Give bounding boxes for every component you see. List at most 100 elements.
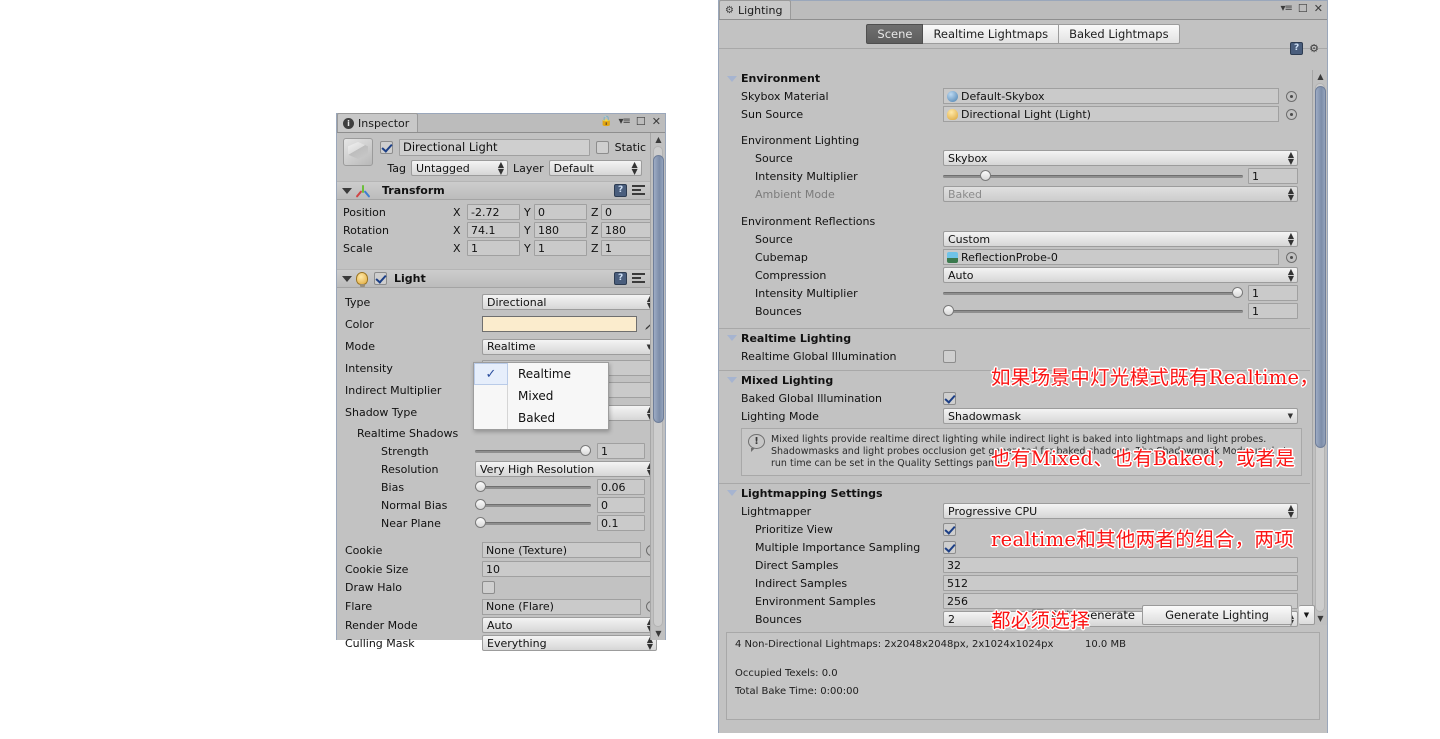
tab-baked-lightmaps[interactable]: Baked Lightmaps: [1059, 24, 1180, 44]
env-lighting-title: Environment Lighting: [741, 133, 860, 147]
scroll-up-arrow-icon[interactable]: ▲: [651, 133, 666, 146]
mis-checkbox[interactable]: [943, 540, 956, 554]
maximize-icon[interactable]: ☐: [1298, 2, 1308, 15]
render-mode-dropdown[interactable]: Auto ▲▼: [482, 617, 657, 633]
inspector-scrollbar[interactable]: ▲ ▼: [650, 133, 665, 640]
flare-field[interactable]: None (Flare): [482, 598, 641, 615]
prioritize-view-label: Prioritize View: [755, 522, 833, 536]
near-plane-slider[interactable]: [475, 515, 591, 531]
refl-intensity-value[interactable]: 1: [1248, 285, 1298, 301]
bias-slider[interactable]: [475, 479, 591, 495]
normal-bias-slider[interactable]: [475, 497, 591, 513]
sun-source-field[interactable]: Directional Light (Light): [943, 106, 1279, 122]
maximize-icon[interactable]: ☐: [636, 115, 646, 128]
rotation-x-field[interactable]: 74.1: [467, 222, 520, 238]
skybox-material-picker-icon[interactable]: [1286, 90, 1297, 102]
help-book-icon[interactable]: ?: [614, 272, 628, 285]
light-enabled-checkbox[interactable]: [374, 272, 387, 285]
draw-halo-checkbox[interactable]: [482, 581, 495, 594]
foldout-triangle-icon[interactable]: [727, 75, 737, 82]
component-header-light[interactable]: Light ? ⚙: [337, 269, 665, 288]
normal-bias-value[interactable]: 0: [597, 497, 645, 513]
strength-slider[interactable]: [475, 443, 591, 459]
static-checkbox[interactable]: [595, 140, 609, 154]
ambient-mode-dropdown[interactable]: Baked ▲ ▼: [943, 186, 1298, 202]
scroll-up-arrow-icon[interactable]: ▲: [1313, 70, 1328, 83]
object-name-field[interactable]: Directional Light: [399, 138, 590, 156]
compression-dropdown[interactable]: Auto ▲ ▼: [943, 267, 1298, 283]
position-x-field[interactable]: -2.72: [467, 204, 520, 220]
gear-icon[interactable]: ⚙: [1309, 43, 1319, 54]
axis-y-label: Y: [524, 223, 531, 237]
rotation-y-field[interactable]: 180: [534, 222, 587, 238]
inspector-window-buttons: 🔒 ▾≡ ☐ ✕: [600, 115, 661, 128]
cubemap-picker-icon[interactable]: [1286, 251, 1297, 263]
realtime-lighting-title: Realtime Lighting: [741, 331, 852, 345]
help-book-icon[interactable]: ?: [614, 184, 628, 197]
light-mode-menu[interactable]: ✓ Realtime Mixed Baked: [473, 362, 609, 430]
culling-mask-dropdown[interactable]: Everything ▲▼: [482, 635, 657, 651]
rotation-z-field[interactable]: 180: [601, 222, 654, 238]
close-icon[interactable]: ✕: [652, 115, 661, 128]
menu-item-baked[interactable]: Baked: [474, 407, 608, 429]
light-mode-dropdown[interactable]: Realtime ▼: [482, 338, 657, 355]
foldout-triangle-icon[interactable]: [342, 275, 352, 282]
cookie-field[interactable]: None (Texture): [482, 542, 641, 558]
light-mode-row: Mode Realtime ▼: [345, 336, 657, 357]
position-label: Position: [343, 205, 386, 219]
bias-value[interactable]: 0.06: [597, 479, 645, 495]
light-type-dropdown[interactable]: Directional ▲▼: [482, 294, 657, 310]
tab-inspector[interactable]: i Inspector: [337, 113, 419, 132]
menu-item-mixed[interactable]: Mixed: [474, 385, 608, 407]
menu-item-realtime[interactable]: ✓ Realtime: [474, 363, 608, 385]
baked-gi-checkbox[interactable]: [943, 391, 956, 405]
foldout-triangle-icon[interactable]: [727, 335, 737, 341]
scale-y-field[interactable]: 1: [534, 240, 587, 256]
refl-intensity-slider[interactable]: [943, 285, 1243, 301]
position-y-field[interactable]: 0: [534, 204, 587, 220]
sun-source-picker-icon[interactable]: [1286, 108, 1297, 120]
component-header-transform[interactable]: Transform ? ⚙: [337, 181, 665, 200]
layer-dropdown[interactable]: Default ▲ ▼: [548, 160, 642, 176]
prioritize-view-checkbox[interactable]: [943, 522, 956, 536]
scale-x-field[interactable]: 1: [467, 240, 520, 256]
near-plane-value[interactable]: 0.1: [597, 515, 645, 531]
tab-realtime-lightmaps[interactable]: Realtime Lightmaps: [923, 24, 1060, 44]
scale-z-field[interactable]: 1: [601, 240, 654, 256]
foldout-triangle-icon[interactable]: [342, 187, 352, 194]
position-z-field[interactable]: 0: [601, 204, 654, 220]
preset-icon[interactable]: [632, 185, 646, 196]
skybox-material-field[interactable]: Default-Skybox: [943, 88, 1279, 104]
tab-scene[interactable]: Scene: [866, 24, 924, 44]
preset-icon[interactable]: [632, 273, 646, 284]
help-book-icon[interactable]: ?: [1290, 42, 1304, 55]
object-enabled-checkbox[interactable]: [380, 140, 393, 154]
resolution-dropdown[interactable]: Very High Resolution ▲▼: [475, 461, 657, 477]
cubemap-field[interactable]: ReflectionProbe-0: [943, 249, 1279, 265]
tab-lighting[interactable]: ⚙ Lighting: [719, 0, 792, 19]
env-intensity-slider[interactable]: [943, 168, 1243, 184]
scrollbar-thumb[interactable]: [653, 155, 664, 423]
color-swatch[interactable]: [482, 316, 637, 332]
foldout-triangle-icon[interactable]: [727, 490, 737, 496]
env-intensity-value[interactable]: 1: [1248, 168, 1298, 184]
cookie-size-field[interactable]: 10: [482, 561, 657, 577]
close-icon[interactable]: ✕: [1314, 2, 1323, 15]
updown-arrow-icon: ▲▼: [631, 160, 638, 176]
menu-icon[interactable]: ▾≡: [1281, 3, 1293, 14]
menu-tick-slot: [474, 385, 508, 407]
foldout-triangle-icon[interactable]: [727, 377, 737, 383]
warning-icon: !: [748, 434, 765, 452]
ambient-mode-label: Ambient Mode: [755, 187, 835, 201]
realtime-gi-checkbox[interactable]: [943, 349, 956, 363]
cubemap-label: Cubemap: [755, 250, 808, 264]
scroll-down-arrow-icon[interactable]: ▼: [651, 627, 666, 640]
refl-source-dropdown[interactable]: Custom ▲ ▼: [943, 231, 1298, 247]
lock-icon[interactable]: 🔒: [600, 116, 612, 127]
static-label: Static: [614, 140, 647, 154]
menu-icon[interactable]: ▾≡: [619, 116, 631, 127]
strength-value[interactable]: 1: [597, 443, 645, 459]
section-environment[interactable]: Environment: [727, 70, 1304, 87]
env-lighting-source-dropdown[interactable]: Skybox ▲ ▼: [943, 150, 1298, 166]
tag-dropdown[interactable]: Untagged ▲ ▼: [411, 160, 508, 176]
